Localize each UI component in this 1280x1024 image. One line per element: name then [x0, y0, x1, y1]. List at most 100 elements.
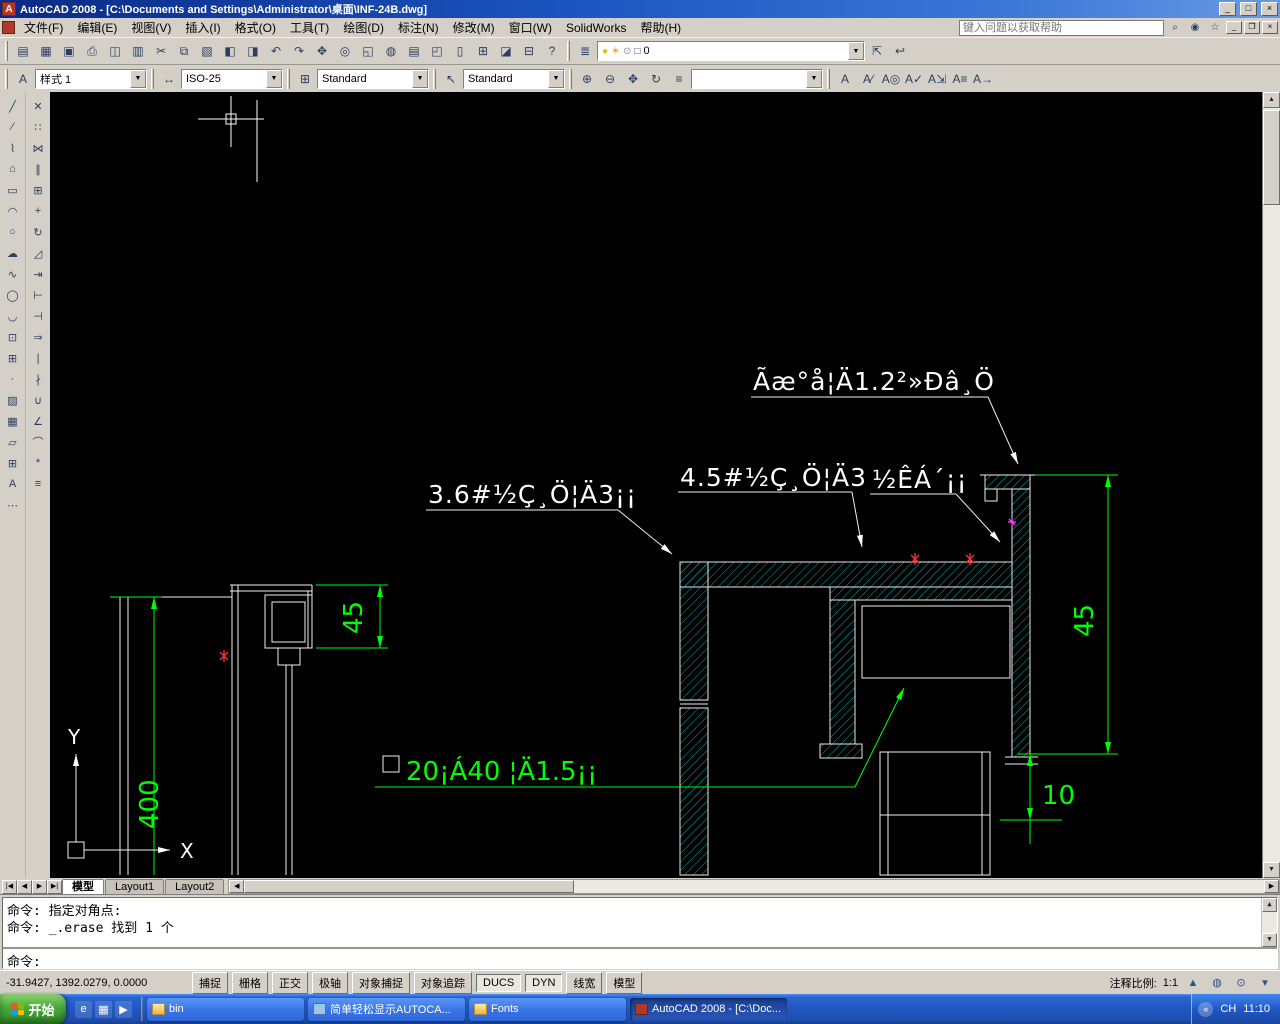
- menu-tools[interactable]: 工具(T): [283, 18, 336, 37]
- make-layer-current-icon[interactable]: ⇱: [866, 40, 888, 62]
- ortho-button[interactable]: 正交: [272, 971, 308, 994]
- annotation-visibility-icon[interactable]: ◍: [1208, 974, 1226, 992]
- communication-center-icon[interactable]: ◉: [1186, 19, 1204, 36]
- zoom-out-icon[interactable]: ⊖: [599, 67, 621, 90]
- join-icon[interactable]: ∪: [27, 390, 49, 410]
- fillet-icon[interactable]: ⌒: [27, 432, 49, 452]
- tab-nav-button[interactable]: ▶|: [47, 880, 62, 894]
- scroll-right-icon[interactable]: ▶: [1264, 880, 1279, 893]
- tab-nav-button[interactable]: |◀: [2, 880, 17, 894]
- rotate-icon[interactable]: ↻: [27, 222, 49, 242]
- zoom-in-icon[interactable]: ⊕: [576, 67, 598, 90]
- menu-file[interactable]: 文件(F): [17, 18, 70, 37]
- offset-icon[interactable]: ∥: [27, 159, 49, 179]
- tab-nav-button[interactable]: ◀: [17, 880, 32, 894]
- explode-icon[interactable]: *: [27, 453, 49, 473]
- publish-icon[interactable]: ▥: [127, 40, 149, 62]
- pan-icon[interactable]: ✥: [311, 40, 333, 62]
- scroll-left-icon[interactable]: ◀: [229, 880, 245, 893]
- command-scrollbar[interactable]: ▲ ▼: [1261, 898, 1277, 947]
- scroll-down-icon[interactable]: ▼: [1262, 933, 1277, 947]
- layer-color-icon[interactable]: □: [634, 46, 640, 57]
- drawing-canvas[interactable]: 400 45 20¡Á40 ¦Ä1.5¡¡ 45 10 Ãæ°å¦Ä1.2²»Ð…: [50, 92, 1262, 878]
- arc-icon[interactable]: ◠: [2, 201, 24, 221]
- status-menu-arrow-icon[interactable]: ▾: [1256, 974, 1274, 992]
- multileader-style-dropdown[interactable]: Standard ▼: [463, 68, 565, 89]
- layer-dropdown[interactable]: ● ☀ ⊙ □ 0 ▼: [597, 41, 865, 61]
- stretch-icon[interactable]: ⇥: [27, 264, 49, 284]
- toolbar-lock-icon[interactable]: ⊙: [1232, 974, 1250, 992]
- zoom-previous-icon[interactable]: ◍: [380, 40, 402, 62]
- task-bin[interactable]: bin: [147, 997, 304, 1021]
- lineweight-button[interactable]: 线宽: [566, 971, 603, 994]
- chevron-down-icon[interactable]: ▼: [266, 69, 282, 88]
- text-style-dropdown[interactable]: 样式 1 ▼: [35, 68, 147, 89]
- trim-icon[interactable]: ⊣: [27, 306, 49, 326]
- qnew-icon[interactable]: ▤: [12, 40, 34, 62]
- align-icon[interactable]: ≡: [27, 474, 49, 494]
- scroll-down-icon[interactable]: ▼: [1263, 862, 1280, 878]
- minimize-button[interactable]: _: [1219, 2, 1236, 16]
- scrollbar-thumb[interactable]: [1263, 110, 1280, 205]
- insert-block-icon[interactable]: ⊡: [2, 327, 24, 347]
- undo-icon[interactable]: ↶: [265, 40, 287, 62]
- dim-style-icon[interactable]: ↔: [158, 67, 180, 90]
- menu-help[interactable]: 帮助(H): [633, 18, 688, 37]
- annotation-scale-value[interactable]: 1:1: [1163, 977, 1178, 989]
- quicklaunch-desktop-icon[interactable]: ▦: [95, 1000, 112, 1018]
- block-editor-icon[interactable]: ◨: [242, 40, 264, 62]
- polar-button[interactable]: 极轴: [312, 971, 348, 994]
- properties-icon[interactable]: ▤: [403, 40, 425, 62]
- toolbar-grip[interactable]: [287, 68, 290, 89]
- menu-edit[interactable]: 编辑(E): [70, 18, 124, 37]
- view-settings-icon[interactable]: ≡: [668, 67, 690, 90]
- tab-model[interactable]: 模型: [62, 879, 104, 894]
- command-input[interactable]: 命令:: [3, 947, 1277, 970]
- save-icon[interactable]: ▣: [58, 40, 80, 62]
- pan-hand-icon[interactable]: ✥: [622, 67, 644, 90]
- clock[interactable]: 11:10: [1243, 1003, 1270, 1015]
- break-icon[interactable]: ∤: [27, 369, 49, 389]
- orbit-icon[interactable]: ↻: [645, 67, 667, 90]
- zoom-window-icon[interactable]: ◱: [357, 40, 379, 62]
- break-at-point-icon[interactable]: ∣: [27, 348, 49, 368]
- multileader-style-icon[interactable]: ↖: [440, 67, 462, 90]
- task-autocad-tip[interactable]: 简单轻松显示AUTOCA...: [308, 997, 465, 1021]
- quicklaunch-player-icon[interactable]: ▶: [115, 1000, 132, 1018]
- snap-button[interactable]: 捕捉: [192, 971, 228, 994]
- menu-window[interactable]: 窗口(W): [502, 18, 559, 37]
- dim-style-dropdown[interactable]: ISO-25 ▼: [181, 68, 283, 89]
- text-scale-icon[interactable]: A⇲: [926, 67, 948, 90]
- menu-view[interactable]: 视图(V): [124, 18, 178, 37]
- mdi-close-button[interactable]: ×: [1262, 21, 1278, 34]
- ducs-button[interactable]: DUCS: [476, 973, 522, 992]
- line-icon[interactable]: ╱: [2, 96, 24, 116]
- osnap-button[interactable]: 对象捕捉: [352, 971, 410, 994]
- toolbar-grip[interactable]: [433, 68, 436, 89]
- point-icon[interactable]: ·: [2, 369, 24, 389]
- zoom-realtime-icon[interactable]: ◎: [334, 40, 356, 62]
- task-fonts[interactable]: Fonts: [469, 997, 626, 1021]
- copy-object-icon[interactable]: ∷: [27, 117, 49, 137]
- polyline-icon[interactable]: ⌇: [2, 138, 24, 158]
- edit-text-icon[interactable]: A∕: [857, 67, 879, 90]
- chevron-down-icon[interactable]: ▼: [548, 69, 564, 88]
- divide-icon[interactable]: ⋯: [2, 495, 24, 515]
- annotation-scale-dropdown[interactable]: ▼: [691, 68, 823, 89]
- model-button[interactable]: 模型: [606, 971, 643, 994]
- extend-icon[interactable]: ⇒: [27, 327, 49, 347]
- table-style-dropdown[interactable]: Standard ▼: [317, 68, 429, 89]
- horizontal-scrollbar[interactable]: ◀ ▶: [228, 879, 1280, 894]
- text-style-icon[interactable]: A: [12, 67, 34, 90]
- designcenter-icon[interactable]: ◰: [426, 40, 448, 62]
- tray-chevron-icon[interactable]: «: [1198, 1001, 1214, 1017]
- close-button[interactable]: ×: [1261, 2, 1278, 16]
- mirror-icon[interactable]: ⋈: [27, 138, 49, 158]
- quicklaunch-ie-icon[interactable]: e: [75, 1000, 92, 1018]
- ellipse-icon[interactable]: ◯: [2, 285, 24, 305]
- redo-icon[interactable]: ↷: [288, 40, 310, 62]
- cut-icon[interactable]: ✂: [150, 40, 172, 62]
- move-icon[interactable]: +: [27, 201, 49, 221]
- layer-previous-icon[interactable]: ↩: [889, 40, 911, 62]
- toolbar-grip[interactable]: [151, 68, 154, 89]
